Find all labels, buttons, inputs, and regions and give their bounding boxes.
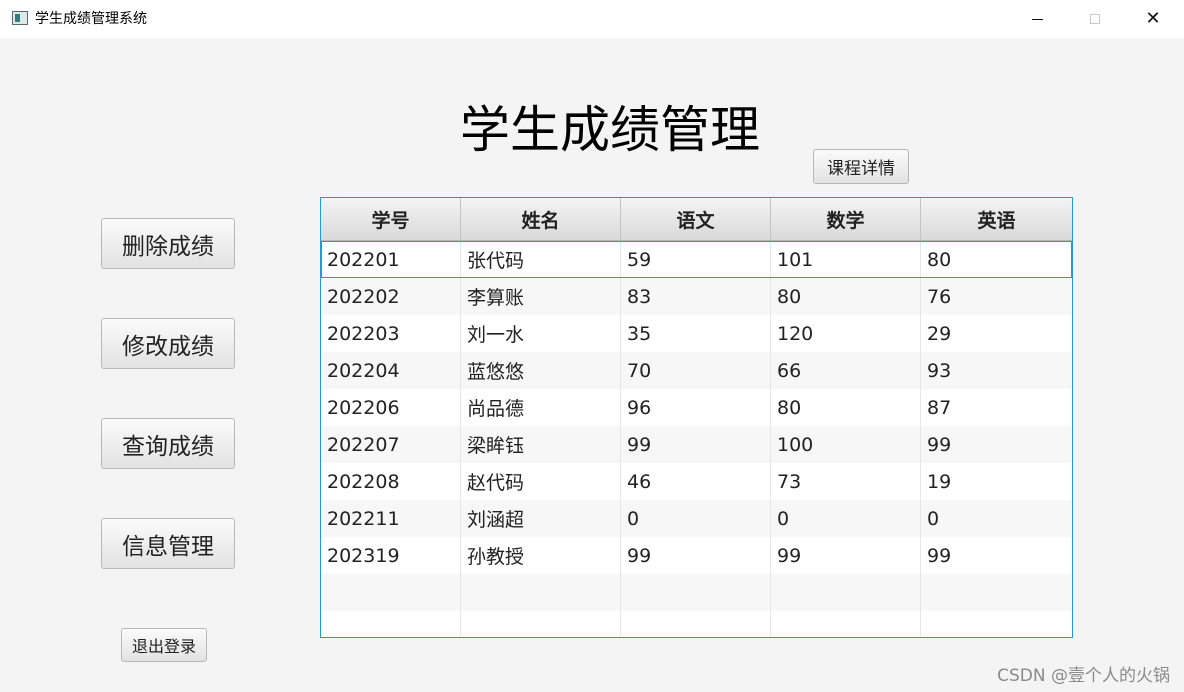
column-header-chinese[interactable]: 语文: [621, 198, 771, 240]
table-cell[interactable]: 刘涵超: [461, 500, 621, 537]
table-cell[interactable]: 46: [621, 463, 771, 500]
table-cell[interactable]: 99: [771, 537, 921, 574]
table-cell[interactable]: 0: [771, 500, 921, 537]
table-row[interactable]: 202201 张代码 59 101 80: [321, 241, 1072, 278]
table-cell[interactable]: 80: [771, 278, 921, 315]
table-cell[interactable]: [321, 611, 461, 637]
table-cell[interactable]: 70: [621, 352, 771, 389]
table-cell[interactable]: 202207: [321, 426, 461, 463]
table-cell[interactable]: 202206: [321, 389, 461, 426]
table-cell[interactable]: 87: [921, 389, 1072, 426]
table-row[interactable]: 202207 梁眸钰 99 100 99: [321, 426, 1072, 463]
table-row[interactable]: 202208 赵代码 46 73 19: [321, 463, 1072, 500]
table-cell[interactable]: 73: [771, 463, 921, 500]
table-cell[interactable]: 赵代码: [461, 463, 621, 500]
maximize-icon: [1090, 14, 1100, 24]
maximize-button[interactable]: [1066, 0, 1124, 38]
table-cell[interactable]: 202201: [321, 241, 461, 278]
table-cell[interactable]: [771, 611, 921, 637]
table-cell[interactable]: 120: [771, 315, 921, 352]
title-bar[interactable]: 学生成绩管理系统 ✕: [0, 0, 1184, 38]
table-cell[interactable]: 202208: [321, 463, 461, 500]
table-body: 202201 张代码 59 101 80 202202 李算账 83 80 76 202203 刘一水…: [321, 241, 1072, 637]
course-detail-button[interactable]: 课程详情: [813, 149, 909, 184]
table-cell[interactable]: 尚品德: [461, 389, 621, 426]
column-header-student-id[interactable]: 学号: [321, 198, 461, 240]
table-cell[interactable]: 99: [621, 537, 771, 574]
table-row[interactable]: 202204 蓝悠悠 70 66 93: [321, 352, 1072, 389]
table-cell[interactable]: 99: [621, 426, 771, 463]
table-cell[interactable]: 80: [771, 389, 921, 426]
column-header-english[interactable]: 英语: [921, 198, 1072, 240]
table-cell[interactable]: 202211: [321, 500, 461, 537]
table-cell[interactable]: 0: [621, 500, 771, 537]
table-cell[interactable]: [921, 611, 1072, 637]
table-cell[interactable]: 76: [921, 278, 1072, 315]
app-window: 学生成绩管理系统 ✕ 学生成绩管理 课程详情 删除成绩 修改成绩 查询成绩 信息…: [0, 0, 1184, 692]
table-cell[interactable]: 202203: [321, 315, 461, 352]
table-cell[interactable]: 99: [921, 426, 1072, 463]
table-cell[interactable]: 孙教授: [461, 537, 621, 574]
table-cell[interactable]: 35: [621, 315, 771, 352]
minimize-icon: [1031, 18, 1043, 20]
table-cell[interactable]: 202319: [321, 537, 461, 574]
table-cell[interactable]: 101: [771, 241, 921, 278]
table-cell[interactable]: [461, 611, 621, 637]
table-cell[interactable]: [321, 574, 461, 611]
close-button[interactable]: ✕: [1124, 0, 1182, 38]
modify-score-button[interactable]: 修改成绩: [101, 318, 235, 369]
column-header-math[interactable]: 数学: [771, 198, 921, 240]
table-cell[interactable]: [921, 574, 1072, 611]
table-row[interactable]: 202202 李算账 83 80 76: [321, 278, 1072, 315]
table-cell[interactable]: [621, 574, 771, 611]
table-cell[interactable]: [461, 574, 621, 611]
watermark: CSDN @壹个人的火锅: [997, 666, 1170, 686]
table-header: 学号 姓名 语文 数学 英语: [321, 198, 1072, 241]
table-cell[interactable]: 202202: [321, 278, 461, 315]
table-cell[interactable]: 张代码: [461, 241, 621, 278]
close-icon: ✕: [1145, 8, 1161, 29]
table-cell[interactable]: 96: [621, 389, 771, 426]
table-row[interactable]: 202319 孙教授 99 99 99: [321, 537, 1072, 574]
table-row[interactable]: 202203 刘一水 35 120 29: [321, 315, 1072, 352]
table-cell[interactable]: 202204: [321, 352, 461, 389]
table-row[interactable]: [321, 574, 1072, 611]
table-cell[interactable]: 66: [771, 352, 921, 389]
table-cell[interactable]: 99: [921, 537, 1072, 574]
table-row[interactable]: 202206 尚品德 96 80 87: [321, 389, 1072, 426]
table-row[interactable]: [321, 611, 1072, 637]
page-title: 学生成绩管理: [460, 101, 760, 159]
minimize-button[interactable]: [1008, 0, 1066, 38]
table-cell[interactable]: 29: [921, 315, 1072, 352]
table-cell[interactable]: 83: [621, 278, 771, 315]
table-cell[interactable]: 梁眸钰: [461, 426, 621, 463]
table-cell[interactable]: 80: [921, 241, 1072, 278]
logout-button[interactable]: 退出登录: [121, 628, 207, 662]
app-icon: [12, 11, 28, 25]
table-cell[interactable]: 59: [621, 241, 771, 278]
column-header-name[interactable]: 姓名: [461, 198, 621, 240]
table-cell[interactable]: 刘一水: [461, 315, 621, 352]
table-cell[interactable]: 93: [921, 352, 1072, 389]
table-row[interactable]: 202211 刘涵超 0 0 0: [321, 500, 1072, 537]
table-cell[interactable]: 0: [921, 500, 1072, 537]
table-cell[interactable]: 蓝悠悠: [461, 352, 621, 389]
window-title: 学生成绩管理系统: [35, 11, 147, 27]
delete-score-button[interactable]: 删除成绩: [101, 218, 235, 269]
query-score-button[interactable]: 查询成绩: [101, 418, 235, 469]
table-cell[interactable]: [621, 611, 771, 637]
info-management-button[interactable]: 信息管理: [101, 518, 235, 569]
table-cell[interactable]: 19: [921, 463, 1072, 500]
table-cell[interactable]: [771, 574, 921, 611]
table-cell[interactable]: 李算账: [461, 278, 621, 315]
score-table[interactable]: 学号 姓名 语文 数学 英语 202201 张代码 59 101 80 202202 李算账…: [320, 197, 1073, 638]
table-cell[interactable]: 100: [771, 426, 921, 463]
